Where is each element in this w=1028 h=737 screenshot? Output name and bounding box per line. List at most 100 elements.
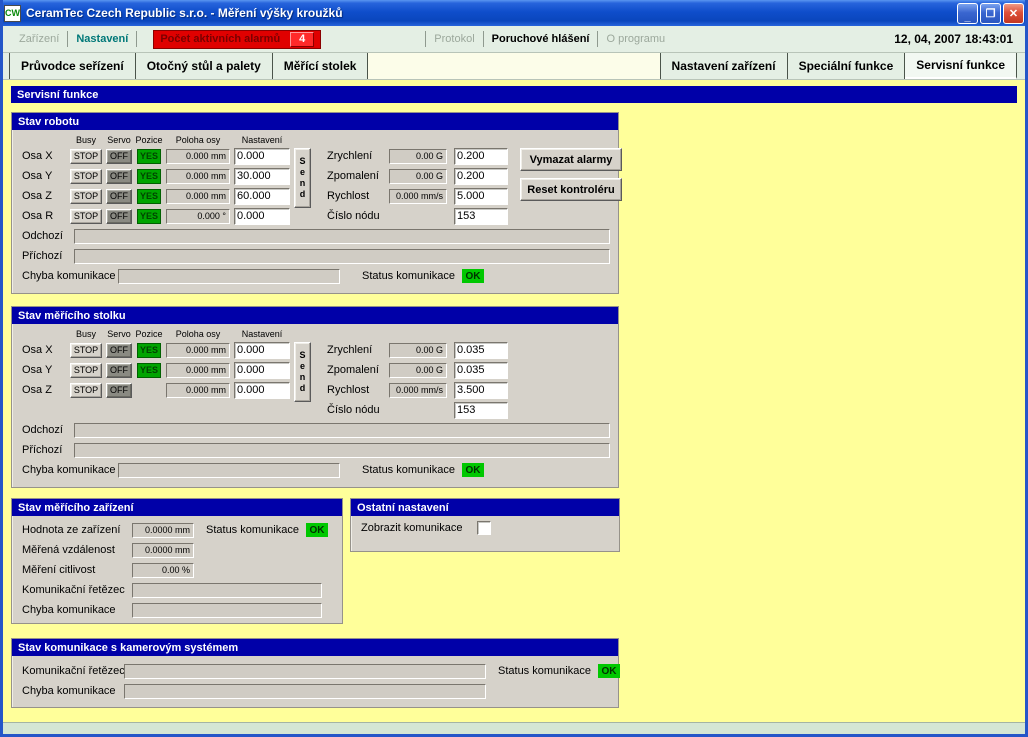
stolek-params: Zrychlení 0.00 G Zpomalení 0.00 G Rychlo… — [327, 327, 508, 420]
date-display: 12, 04, 2007 — [894, 32, 965, 46]
param-row-zrychleni: Zrychlení 0.00 G — [327, 340, 508, 360]
param-row-cislo-nodu: Číslo nódu — [327, 400, 508, 420]
servo-off-button[interactable]: OFF — [106, 149, 132, 164]
servo-off-button[interactable]: OFF — [106, 343, 132, 358]
param-input[interactable] — [454, 148, 508, 165]
third-row: Stav měřícího zařízení Hodnota ze zaříze… — [11, 498, 1025, 624]
servo-off-button[interactable]: OFF — [106, 363, 132, 378]
robot-params: Zrychlení 0.00 G Zpomalení 0.00 G Rychlo… — [327, 133, 508, 226]
chyba-komunikace-label: Chyba komunikace — [22, 685, 124, 697]
mereni-citlivost-row: Měření citlivost 0.00 % — [12, 560, 342, 580]
servo-off-button[interactable]: OFF — [106, 209, 132, 224]
prichozi-row: Příchozí — [12, 246, 618, 266]
nastaveni-input[interactable] — [234, 188, 290, 205]
param-label: Rychlost — [327, 384, 389, 396]
param-actual-display: 0.00 G — [389, 363, 447, 378]
titlebar: CW CeramTec Czech Republic s.r.o. - Měře… — [0, 0, 1028, 26]
odchozi-row: Odchozí — [12, 420, 618, 440]
komunikacni-retezec-row: Komunikační řetězec — [12, 580, 342, 600]
poloha-display: 0.000 mm — [166, 343, 230, 358]
chyba-komunikace-label: Chyba komunikace — [22, 464, 118, 476]
poloha-display: 0.000 mm — [166, 363, 230, 378]
tab-merici-stolek[interactable]: Měřící stolek — [273, 53, 369, 79]
axis-label: Osa X — [22, 150, 68, 162]
menu-item-zarizeni: Zařízení — [11, 33, 67, 45]
axis-label: Osa Y — [22, 170, 68, 182]
busy-stop-button[interactable]: STOP — [70, 189, 102, 204]
tab-servisni-funkce[interactable]: Servisní funkce — [905, 53, 1017, 79]
close-button[interactable]: ✕ — [1003, 3, 1024, 24]
axis-label: Osa Y — [22, 364, 68, 376]
komunikacni-retezec-label: Komunikační řetězec — [22, 665, 124, 677]
axis-row-x: Osa X STOP OFF YES 0.000 mm — [22, 146, 292, 166]
busy-stop-button[interactable]: STOP — [70, 343, 102, 358]
busy-stop-button[interactable]: STOP — [70, 363, 102, 378]
nastaveni-input[interactable] — [234, 208, 290, 225]
tab-otocny-stul-a-palety[interactable]: Otočný stůl a palety — [136, 53, 273, 79]
prichozi-label: Příchozí — [22, 250, 74, 262]
param-actual-display: 0.00 G — [389, 149, 447, 164]
busy-stop-button[interactable]: STOP — [70, 383, 102, 398]
zobrazit-komunikace-checkbox[interactable] — [477, 521, 491, 535]
servo-off-button[interactable]: OFF — [106, 169, 132, 184]
tab-specialni-funkce[interactable]: Speciální funkce — [788, 53, 906, 79]
vymazat-alarmy-button[interactable]: Vymazat alarmy — [520, 148, 622, 171]
nastaveni-input[interactable] — [234, 342, 290, 359]
param-input[interactable] — [454, 362, 508, 379]
tab-pruvodce-serizeni[interactable]: Průvodce seřízení — [9, 53, 136, 79]
chyba-komunikace-field — [118, 463, 340, 478]
reset-kontroleru-button[interactable]: Reset kontroléru — [520, 178, 622, 201]
axis-row-y: Osa Y STOP OFF YES 0.000 mm — [22, 360, 292, 380]
panel-stav-komunikace-kamera: Stav komunikace s kamerovým systémem Kom… — [11, 638, 619, 708]
nastaveni-input[interactable] — [234, 382, 290, 399]
param-input[interactable] — [454, 188, 508, 205]
nastaveni-input[interactable] — [234, 168, 290, 185]
active-alarms-indicator[interactable]: Počet aktivních alarmů 4 — [153, 30, 321, 49]
minimize-button[interactable]: _ — [957, 3, 978, 24]
send-button[interactable]: Send — [294, 148, 311, 208]
busy-stop-button[interactable]: STOP — [70, 169, 102, 184]
param-input[interactable] — [454, 208, 508, 225]
zarizeni-rows: Hodnota ze zařízení 0.0000 mm Status kom… — [12, 516, 342, 620]
send-button[interactable]: Send — [294, 342, 311, 402]
servo-off-button[interactable]: OFF — [106, 189, 132, 204]
param-label: Číslo nódu — [327, 404, 389, 416]
pozice-indicator: YES — [137, 343, 161, 358]
col-busy: Busy — [68, 135, 104, 145]
nastaveni-input[interactable] — [234, 362, 290, 379]
app-window: CW CeramTec Czech Republic s.r.o. - Měře… — [0, 0, 1028, 737]
status-komunikace-label: Status komunikace — [362, 464, 455, 476]
param-input[interactable] — [454, 342, 508, 359]
window-title: CeramTec Czech Republic s.r.o. - Měření … — [26, 6, 955, 20]
param-input[interactable] — [454, 382, 508, 399]
param-input[interactable] — [454, 168, 508, 185]
section-title-bar: Servisní funkce — [11, 86, 1017, 103]
busy-stop-button[interactable]: STOP — [70, 209, 102, 224]
zobrazit-komunikace-row: Zobrazit komunikace — [351, 516, 619, 540]
menu-item-poruchove-hlaseni[interactable]: Poruchové hlášení — [484, 33, 598, 45]
axis-label: Osa Z — [22, 190, 68, 202]
menu-item-nastaveni[interactable]: Nastavení — [68, 33, 136, 45]
odchozi-field — [74, 423, 610, 438]
menu-separator — [136, 31, 137, 47]
alarm-label: Počet aktivních alarmů — [160, 33, 280, 45]
maximize-button[interactable]: ❐ — [980, 3, 1001, 24]
col-nastaveni: Nastavení — [232, 329, 292, 339]
hodnota-label: Hodnota ze zařízení — [22, 524, 132, 536]
chyba-komunikace-row: Chyba komunikace Status komunikace OK — [12, 266, 618, 286]
busy-stop-button[interactable]: STOP — [70, 149, 102, 164]
mereni-citlivost-label: Měření citlivost — [22, 564, 132, 576]
pozice-indicator: YES — [137, 363, 161, 378]
nastaveni-input[interactable] — [234, 148, 290, 165]
param-label: Zpomalení — [327, 364, 389, 376]
prichozi-row: Příchozí — [12, 440, 618, 460]
status-ok-badge: OK — [462, 463, 484, 477]
param-row-rychlost: Rychlost 0.000 mm/s — [327, 380, 508, 400]
param-actual-display: 0.00 G — [389, 169, 447, 184]
param-input[interactable] — [454, 402, 508, 419]
servo-off-button[interactable]: OFF — [106, 383, 132, 398]
tab-nastaveni-zarizeni[interactable]: Nastavení zařízení — [661, 53, 788, 79]
status-komunikace-label: Status komunikace — [206, 524, 299, 536]
param-row-zpomaleni: Zpomalení 0.00 G — [327, 360, 508, 380]
restore-icon: ❐ — [986, 7, 996, 20]
